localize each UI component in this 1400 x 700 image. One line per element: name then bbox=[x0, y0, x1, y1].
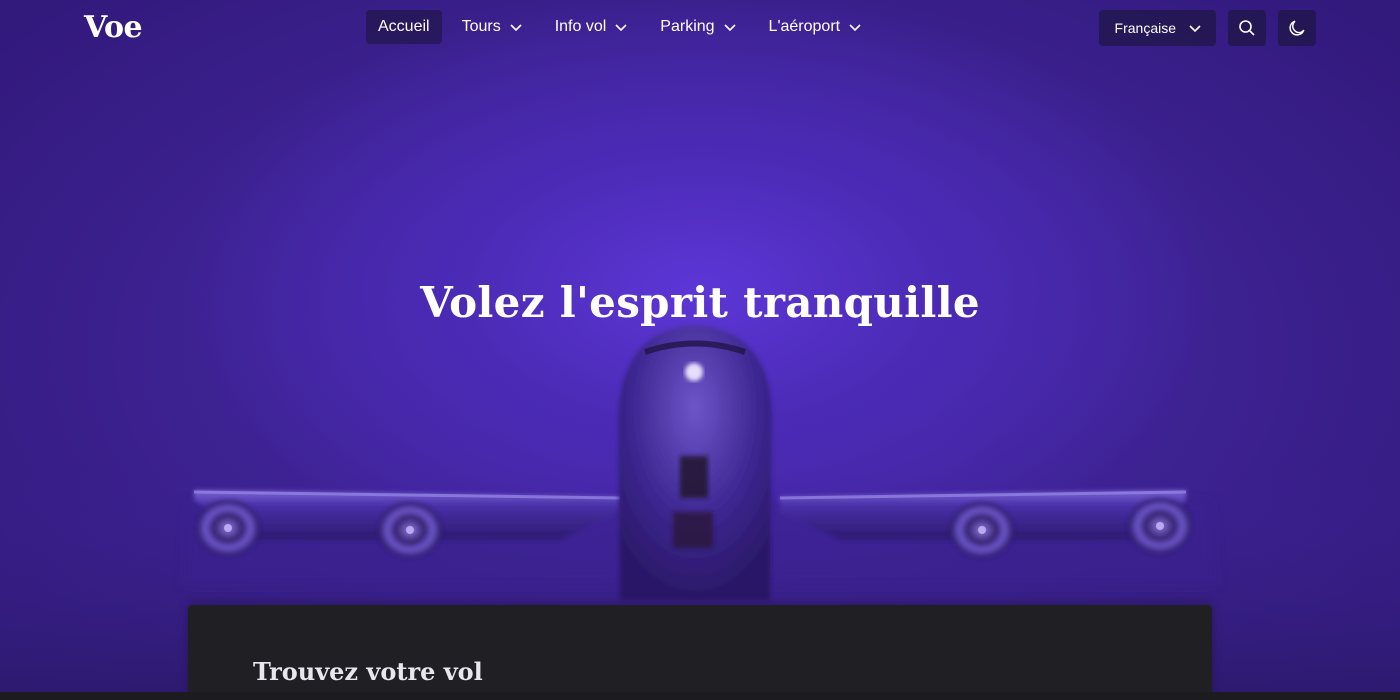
nav-item-tours[interactable]: Tours bbox=[450, 10, 535, 44]
hero-section: Volez l'esprit tranquille bbox=[0, 0, 1400, 700]
hero-title: Volez l'esprit tranquille bbox=[420, 278, 980, 327]
language-label: Française bbox=[1114, 20, 1176, 36]
theme-toggle-button[interactable] bbox=[1278, 10, 1316, 46]
nav-item-parking[interactable]: Parking bbox=[648, 10, 748, 44]
chevron-down-icon bbox=[510, 24, 522, 32]
chevron-down-icon bbox=[615, 24, 627, 32]
main-menu: Accueil Tours Info vol Parking L'aéropor… bbox=[366, 10, 874, 44]
flight-search-title: Trouvez votre vol bbox=[253, 657, 483, 686]
search-button[interactable] bbox=[1228, 10, 1266, 46]
chevron-down-icon bbox=[849, 24, 861, 32]
nav-item-label: L'aéroport bbox=[768, 18, 841, 35]
nav-item-accueil[interactable]: Accueil bbox=[366, 10, 442, 44]
nav-item-info-vol[interactable]: Info vol bbox=[543, 10, 641, 44]
chevron-down-icon bbox=[1189, 25, 1201, 33]
nav-item-label: Accueil bbox=[378, 18, 430, 35]
nav-actions: Française bbox=[1098, 10, 1316, 46]
brand-logo[interactable]: Voe bbox=[84, 10, 143, 45]
nav-item-label: Info vol bbox=[554, 18, 607, 35]
flight-search-card: Trouvez votre vol bbox=[188, 605, 1212, 700]
page-bottom bbox=[0, 692, 1400, 700]
nav-item-label: Parking bbox=[660, 18, 715, 35]
nav-item-aeroport[interactable]: L'aéroport bbox=[757, 10, 875, 44]
language-select[interactable]: Française bbox=[1098, 10, 1216, 46]
airplane-image bbox=[0, 325, 1400, 700]
chevron-down-icon bbox=[723, 24, 736, 32]
top-navigation: Voe Accueil Tours Info vol Parking L'aér… bbox=[0, 0, 1400, 56]
moon-icon bbox=[1289, 20, 1305, 36]
search-icon bbox=[1239, 20, 1255, 36]
nav-item-label: Tours bbox=[461, 18, 501, 35]
